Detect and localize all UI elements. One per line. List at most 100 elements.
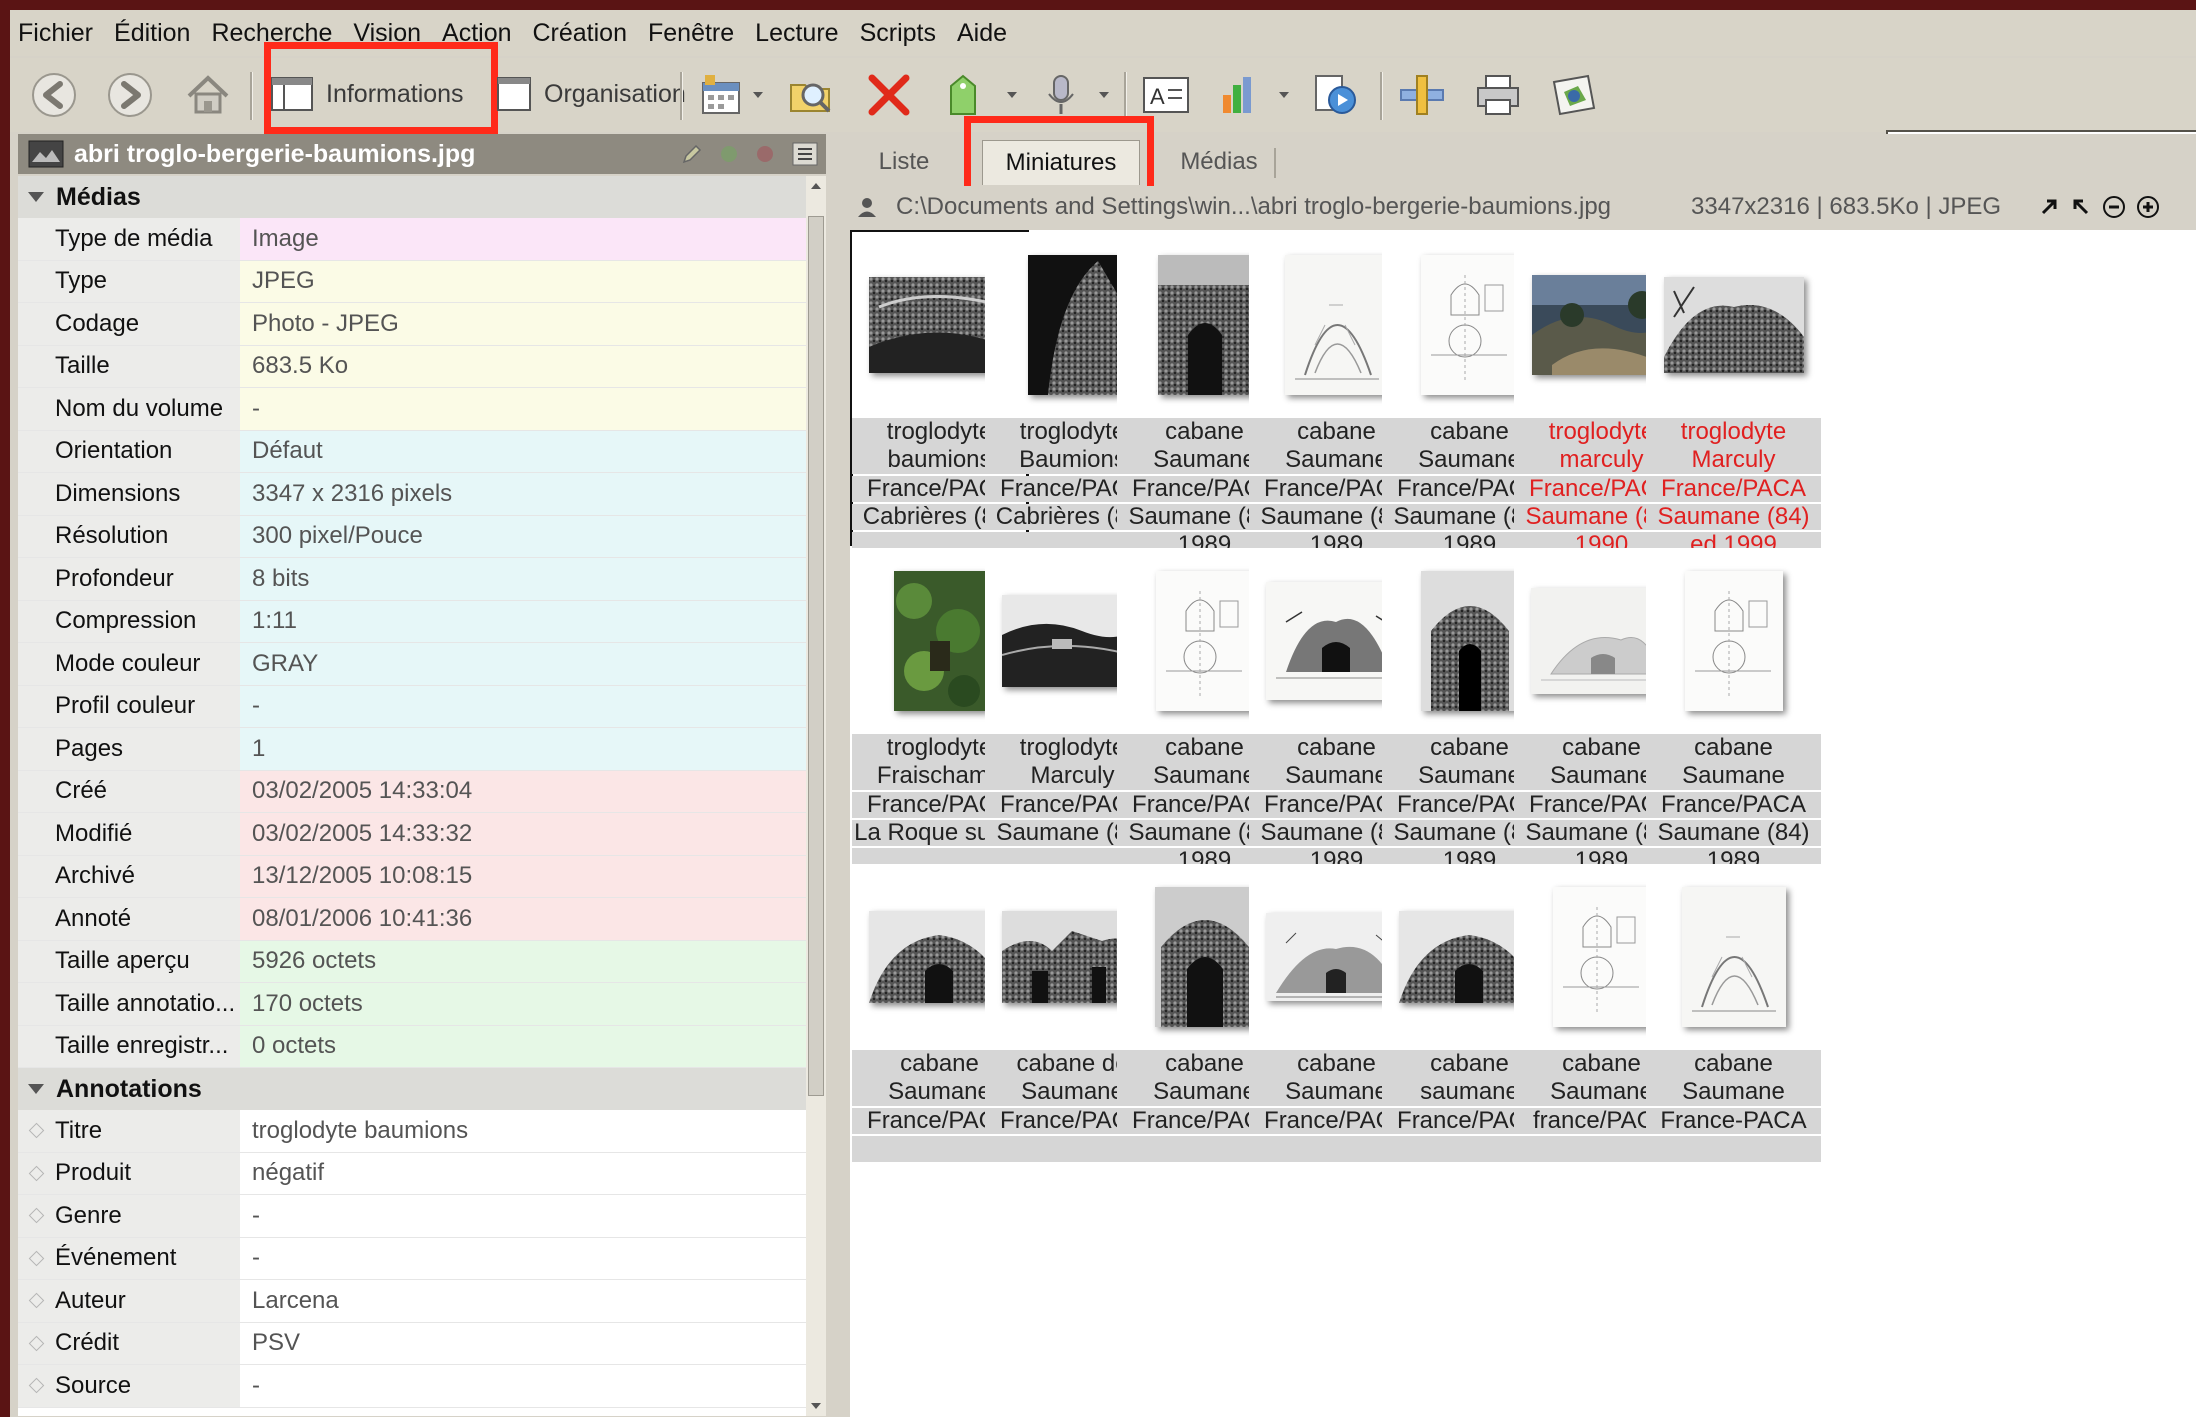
property-row[interactable]: Modifié 03/02/2005 14:33:32 bbox=[18, 813, 806, 856]
annotation-value[interactable]: troglodyte baumions bbox=[240, 1110, 806, 1152]
calendar-button[interactable] bbox=[696, 58, 746, 132]
chart-dropdown[interactable] bbox=[1274, 58, 1294, 132]
property-row[interactable]: Annoté 08/01/2006 10:41:36 bbox=[18, 898, 806, 941]
menu-vision[interactable]: Vision bbox=[345, 19, 434, 48]
property-row[interactable]: Pages 1 bbox=[18, 728, 806, 771]
photo-thumbnail-icon bbox=[1284, 255, 1389, 395]
properties-scrollbar[interactable] bbox=[806, 176, 826, 1416]
property-row[interactable]: Taille 683.5 Ko bbox=[18, 345, 806, 388]
property-row[interactable]: Taille annotatio... 170 octets bbox=[18, 983, 806, 1026]
property-row[interactable]: Codage Photo - JPEG bbox=[18, 303, 806, 346]
scroll-up-icon[interactable] bbox=[806, 176, 826, 196]
tag-dropdown[interactable] bbox=[1002, 58, 1022, 132]
menu-fenetre[interactable]: Fenêtre bbox=[640, 19, 747, 48]
menu-edition[interactable]: Édition bbox=[106, 19, 203, 48]
export-button[interactable] bbox=[1544, 58, 1604, 132]
property-row[interactable]: Créé 03/02/2005 14:33:04 bbox=[18, 770, 806, 813]
thumbnail-grid[interactable]: troglodyte baumions France/PACA Cabrières (… bbox=[850, 230, 2196, 1417]
text-button[interactable]: A bbox=[1138, 58, 1194, 132]
annotation-key-label: Genre bbox=[55, 1201, 122, 1229]
menu-fichier[interactable]: Fichier bbox=[10, 19, 106, 48]
microphone-button[interactable] bbox=[1036, 58, 1086, 132]
annotation-value[interactable]: Larcena bbox=[240, 1280, 806, 1322]
menu-action[interactable]: Action bbox=[434, 19, 524, 48]
photo-thumbnail-icon bbox=[1027, 255, 1118, 395]
annotation-row[interactable]: Auteur Larcena bbox=[18, 1280, 806, 1323]
home-button[interactable] bbox=[178, 58, 238, 132]
annotation-value[interactable]: - bbox=[240, 1365, 806, 1407]
slideshow-button[interactable] bbox=[1308, 58, 1364, 132]
property-row[interactable]: Taille enregistr... 0 octets bbox=[18, 1025, 806, 1068]
property-row[interactable]: Type JPEG bbox=[18, 260, 806, 303]
annotations-section-header[interactable]: Annotations bbox=[18, 1068, 806, 1110]
organisation-button[interactable]: Organisation bbox=[496, 68, 696, 120]
thumbnail-image[interactable] bbox=[1646, 548, 1821, 734]
microphone-dropdown[interactable] bbox=[1094, 58, 1114, 132]
menu-creation[interactable]: Création bbox=[525, 19, 641, 48]
back-button[interactable] bbox=[24, 58, 84, 132]
delete-button[interactable] bbox=[862, 58, 916, 132]
forward-button[interactable] bbox=[100, 58, 160, 132]
menu-scripts[interactable]: Scripts bbox=[852, 19, 949, 48]
scrollbar-thumb[interactable] bbox=[808, 216, 824, 1096]
bar-chart-icon bbox=[1223, 77, 1251, 113]
annotation-row[interactable]: Événement - bbox=[18, 1237, 806, 1280]
annotation-value[interactable]: - bbox=[240, 1195, 806, 1237]
annotation-value[interactable]: PSV bbox=[240, 1322, 806, 1364]
edit-pencil-icon[interactable] bbox=[680, 142, 704, 166]
zoom-in-icon[interactable] bbox=[2135, 194, 2161, 220]
scroll-down-icon[interactable] bbox=[806, 1396, 826, 1416]
property-row[interactable]: Profil couleur - bbox=[18, 685, 806, 728]
property-row[interactable]: Mode couleur GRAY bbox=[18, 643, 806, 686]
property-row[interactable]: Orientation Défaut bbox=[18, 430, 806, 473]
property-row[interactable]: Profondeur 8 bits bbox=[18, 558, 806, 601]
print-button[interactable] bbox=[1470, 58, 1526, 132]
property-row[interactable]: Taille aperçu 5926 octets bbox=[18, 940, 806, 983]
tag-button[interactable] bbox=[938, 58, 988, 132]
property-value: 0 octets bbox=[240, 1025, 806, 1067]
find-button[interactable] bbox=[784, 58, 838, 132]
arrow-up-left-icon[interactable] bbox=[2069, 195, 2093, 219]
medias-section-header[interactable]: Médias bbox=[18, 176, 806, 218]
arrow-up-right-icon[interactable] bbox=[2037, 195, 2061, 219]
forward-arrow-icon bbox=[108, 73, 152, 117]
list-options-icon[interactable] bbox=[792, 142, 818, 166]
thumbnail-item[interactable]: troglodyte Marculy France/PACA Saumane (84)… bbox=[1646, 232, 1821, 616]
zoom-out-icon[interactable] bbox=[2101, 194, 2127, 220]
menu-lecture[interactable]: Lecture bbox=[747, 19, 851, 48]
property-key: Codage bbox=[18, 303, 240, 345]
informations-button[interactable]: Informations bbox=[270, 68, 470, 120]
diamond-bullet-icon bbox=[28, 1292, 45, 1309]
tab-liste[interactable]: Liste bbox=[854, 140, 954, 184]
annotation-row[interactable]: Source - bbox=[18, 1365, 806, 1408]
calendar-dropdown[interactable] bbox=[748, 58, 768, 132]
annotation-value[interactable]: négatif bbox=[240, 1152, 806, 1194]
user-icon bbox=[858, 198, 876, 217]
annotation-row[interactable]: Produit négatif bbox=[18, 1152, 806, 1195]
thumbnail-item[interactable]: cabane Saumane France/PACA Saumane (84) 1989… bbox=[1646, 548, 1821, 932]
annotation-value[interactable]: - bbox=[240, 1237, 806, 1279]
property-row[interactable]: Nom du volume - bbox=[18, 388, 806, 431]
tab-medias[interactable]: Médias bbox=[1164, 140, 1274, 184]
annotation-row[interactable]: Crédit PSV bbox=[18, 1322, 806, 1365]
property-row[interactable]: Résolution 300 pixel/Pouce bbox=[18, 515, 806, 558]
resize-button[interactable] bbox=[1394, 58, 1450, 132]
property-row[interactable]: Compression 1:11 bbox=[18, 600, 806, 643]
medias-section-label: Médias bbox=[56, 182, 141, 211]
chart-button[interactable] bbox=[1212, 58, 1262, 132]
home-icon bbox=[187, 75, 229, 114]
annotation-key-label: Crédit bbox=[55, 1329, 120, 1357]
menu-aide[interactable]: Aide bbox=[949, 19, 1020, 48]
annotation-row[interactable]: Genre - bbox=[18, 1195, 806, 1238]
menu-recherche[interactable]: Recherche bbox=[203, 19, 345, 48]
thumbnail-image[interactable] bbox=[1646, 232, 1821, 418]
thumbnail-image[interactable] bbox=[1646, 864, 1821, 1050]
property-value: Image bbox=[240, 218, 806, 260]
property-row[interactable]: Type de média Image bbox=[18, 218, 806, 261]
thumbnail-item[interactable]: cabane Saumane France-PACA bbox=[1646, 864, 1821, 1176]
tab-miniatures[interactable]: Miniatures bbox=[982, 140, 1140, 185]
thumbnail-title-line2: Saumane bbox=[1682, 762, 1785, 789]
property-row[interactable]: Dimensions 3347 x 2316 pixels bbox=[18, 473, 806, 516]
annotation-row[interactable]: Titre troglodyte baumions bbox=[18, 1110, 806, 1153]
property-row[interactable]: Archivé 13/12/2005 10:08:15 bbox=[18, 855, 806, 898]
